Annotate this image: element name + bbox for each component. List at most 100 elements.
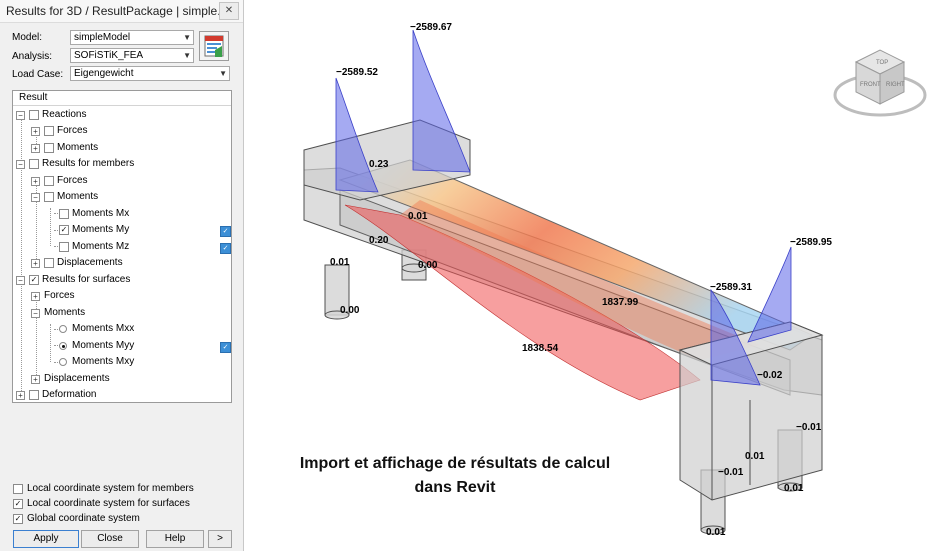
checkbox[interactable] <box>44 126 54 136</box>
tree-header: Result <box>13 91 231 106</box>
legend-icon[interactable]: ✓ <box>220 243 231 254</box>
result-tree: Result − Reactions + Forces + Moments − … <box>12 90 232 403</box>
radio-button[interactable] <box>59 358 67 366</box>
checkbox[interactable] <box>44 192 54 202</box>
tree-item-label: Forces <box>44 290 75 301</box>
loadcase-select[interactable]: Eigengewicht ▼ <box>70 66 230 81</box>
value-label: 0.00 <box>340 305 360 316</box>
value-label: −0.01 <box>718 467 744 478</box>
legend-icon[interactable]: ✓ <box>220 342 231 353</box>
value-label: 0.23 <box>369 159 389 170</box>
tree-item-label: Moments Mz <box>72 241 130 252</box>
expand-icon[interactable]: + <box>31 375 40 384</box>
chevron-down-icon: ▼ <box>183 51 191 60</box>
table-chart-icon <box>204 35 224 57</box>
checkbox[interactable] <box>29 159 39 169</box>
expand-icon[interactable]: + <box>31 292 40 301</box>
value-label: 1838.54 <box>522 343 559 354</box>
viewcube-top: TOP <box>876 60 888 66</box>
title-bar: Results for 3D / ResultPackage | simple.… <box>0 0 243 23</box>
result-package-button[interactable] <box>199 31 229 61</box>
expand-icon[interactable]: + <box>16 391 25 400</box>
tree-header-label: Result <box>19 92 48 103</box>
window-title: Results for 3D / ResultPackage | simple.… <box>6 4 228 18</box>
help-button[interactable]: Help <box>146 530 204 548</box>
value-label: 0.01 <box>330 257 350 268</box>
tree-item-label: Displacements <box>44 373 110 384</box>
analysis-select[interactable]: SOFiSTiK_FEA ▼ <box>70 48 194 63</box>
expand-icon[interactable]: + <box>31 144 40 153</box>
collapse-icon[interactable]: − <box>16 160 25 169</box>
value-label: 1837.99 <box>602 297 639 308</box>
viewcube[interactable]: TOP FRONT RIGHT <box>833 49 927 117</box>
value-label: 0.01 <box>408 211 428 222</box>
close-button[interactable]: Close <box>81 530 139 548</box>
model-select[interactable]: simpleModel ▼ <box>70 30 194 45</box>
analysis-label: Analysis: <box>12 51 53 62</box>
next-button[interactable]: > <box>208 530 232 548</box>
collapse-icon[interactable]: − <box>31 193 40 202</box>
tree-item-label: Moments Myy <box>72 340 135 351</box>
tree-item-moments-myy[interactable]: Moments Myy ✓ <box>59 339 231 355</box>
tree-item-moments-mz[interactable]: Moments Mz ✓ <box>59 240 231 256</box>
model-label: Model: <box>12 32 43 43</box>
collapse-icon[interactable]: − <box>16 276 25 285</box>
caption-line-2: dans Revit <box>414 479 496 496</box>
tree-item-label: Moments Mxx <box>72 323 135 334</box>
tree-item-label: Moments <box>57 191 99 202</box>
value-label: −0.01 <box>796 422 822 433</box>
checkbox[interactable] <box>44 258 54 268</box>
analysis-value: SOFiSTiK_FEA <box>74 50 144 61</box>
checkbox[interactable] <box>59 242 69 252</box>
close-window-button[interactable]: ✕ <box>219 2 239 20</box>
value-label: −2589.52 <box>336 67 378 78</box>
tree-item-moments-my[interactable]: ✓ Moments My ✓ <box>59 223 231 239</box>
checkbox[interactable] <box>29 110 39 120</box>
collapse-icon[interactable]: − <box>16 111 25 120</box>
loadcase-label: Load Case: <box>12 69 64 80</box>
option-label: Local coordinate system for surfaces <box>27 498 190 509</box>
option-label: Local coordinate system for members <box>27 483 194 494</box>
loadcase-value: Eigengewicht <box>74 68 134 79</box>
tree-item-label: Deformation <box>42 389 97 400</box>
checkbox[interactable] <box>44 176 54 186</box>
chevron-down-icon: ▼ <box>219 69 227 78</box>
model-value: simpleModel <box>74 32 131 43</box>
checkbox-checked[interactable]: ✓ <box>59 225 69 235</box>
tree-item-label: Reactions <box>42 109 87 120</box>
value-label: −2589.67 <box>410 22 452 33</box>
checkbox[interactable] <box>29 390 39 400</box>
collapse-icon[interactable]: − <box>31 309 40 318</box>
radio-button-selected[interactable] <box>59 342 67 350</box>
legend-icon[interactable]: ✓ <box>220 226 231 237</box>
value-label: 0.20 <box>369 235 389 246</box>
value-label: −0.02 <box>757 370 783 381</box>
checkbox[interactable] <box>59 209 69 219</box>
tree-item-label: Moments <box>44 307 86 318</box>
checkbox-checked[interactable]: ✓ <box>29 275 39 285</box>
checkbox-checked[interactable]: ✓ <box>13 499 23 509</box>
value-label: −2589.95 <box>790 237 832 248</box>
expand-icon[interactable]: + <box>31 127 40 136</box>
checkbox[interactable] <box>13 484 23 494</box>
viewcube-front: FRONT <box>860 82 881 88</box>
tree-item-label: Moments <box>57 142 99 153</box>
checkbox-checked[interactable]: ✓ <box>13 514 23 524</box>
results-panel: Results for 3D / ResultPackage | simple.… <box>0 0 244 551</box>
tree-item-label: Forces <box>57 175 88 186</box>
value-label: 0.01 <box>745 451 765 462</box>
value-label: −2589.31 <box>710 282 752 293</box>
checkbox[interactable] <box>44 143 54 153</box>
chevron-down-icon: ▼ <box>183 33 191 42</box>
value-label: 0.01 <box>706 527 726 538</box>
apply-button[interactable]: Apply <box>13 530 79 548</box>
expand-icon[interactable]: + <box>31 177 40 186</box>
tree-item-label: Forces <box>57 125 88 136</box>
value-label: 0.00 <box>418 260 438 271</box>
close-icon: ✕ <box>224 5 234 16</box>
radio-button[interactable] <box>59 325 67 333</box>
caption: Import et affichage de résultats de calc… <box>256 452 654 500</box>
tree-item-label: Results for members <box>42 158 135 169</box>
tree-item-label: Moments My <box>72 224 130 235</box>
expand-icon[interactable]: + <box>31 259 40 268</box>
